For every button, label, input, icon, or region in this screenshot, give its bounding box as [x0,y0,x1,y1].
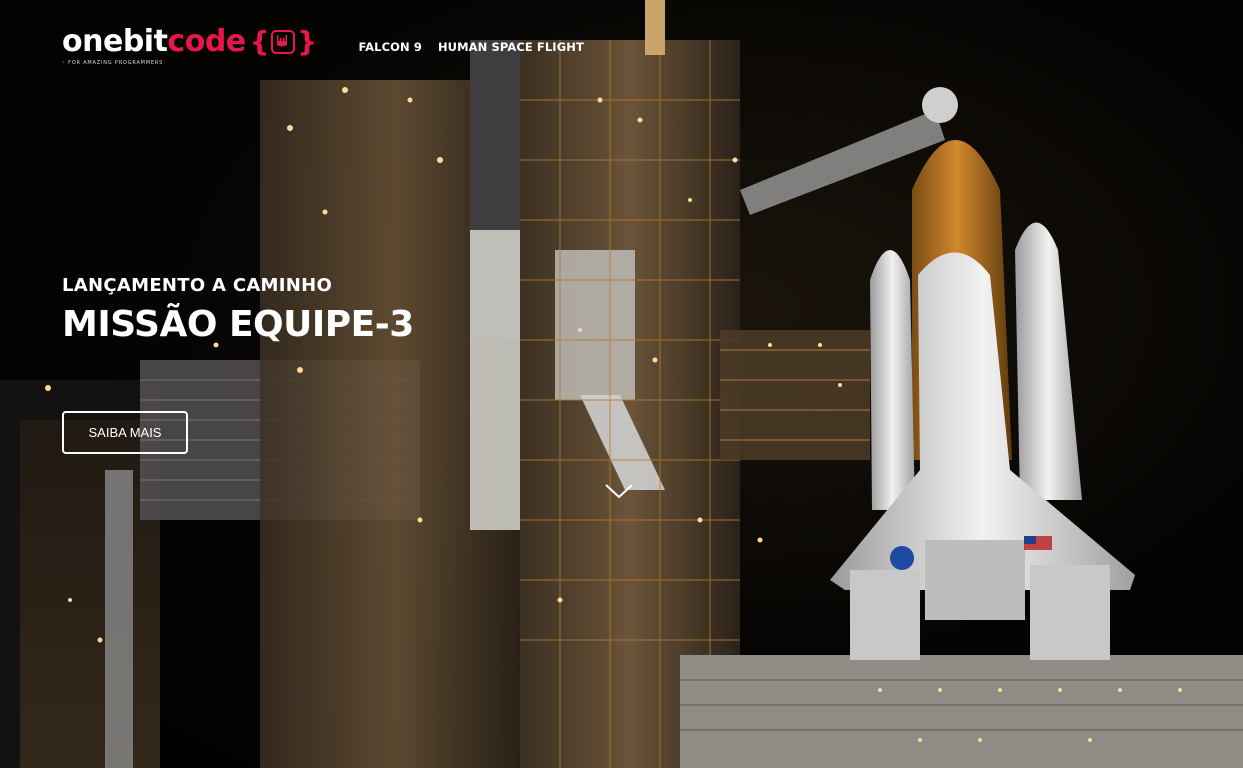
site-header: onebit code { } • FOR AMAZING PROGRAMMER… [62,26,600,67]
logo-text-part2: code [167,24,246,59]
hero-text-block: LANÇAMENTO A CAMINHO MISSÃO EQUIPE-3 [62,275,414,345]
chevron-down-icon[interactable] [604,482,634,500]
saiba-mais-button[interactable]: SAIBA MAIS [62,411,188,454]
hero-subtitle: LANÇAMENTO A CAMINHO [62,275,333,296]
logo-wordmark: onebit code { } [62,26,317,58]
hero-title: MISSÃO EQUIPE-3 [62,304,414,345]
logo-text-part1: onebit [62,24,168,59]
brand-logo[interactable]: onebit code { } • FOR AMAZING PROGRAMMER… [62,26,317,67]
nav-link-falcon-9[interactable]: FALCON 9 [359,40,422,54]
rock-hand-icon: { } [249,25,317,58]
hero-section: onebit code { } • FOR AMAZING PROGRAMMER… [0,0,1243,768]
hero-background-image [0,0,1243,768]
nav-link-human-space-flight[interactable]: HUMAN SPACE FLIGHT [438,40,584,54]
logo-tagline: • FOR AMAZING PROGRAMMERS [62,60,164,66]
main-nav: FALCON 9 HUMAN SPACE FLIGHT [359,40,600,54]
